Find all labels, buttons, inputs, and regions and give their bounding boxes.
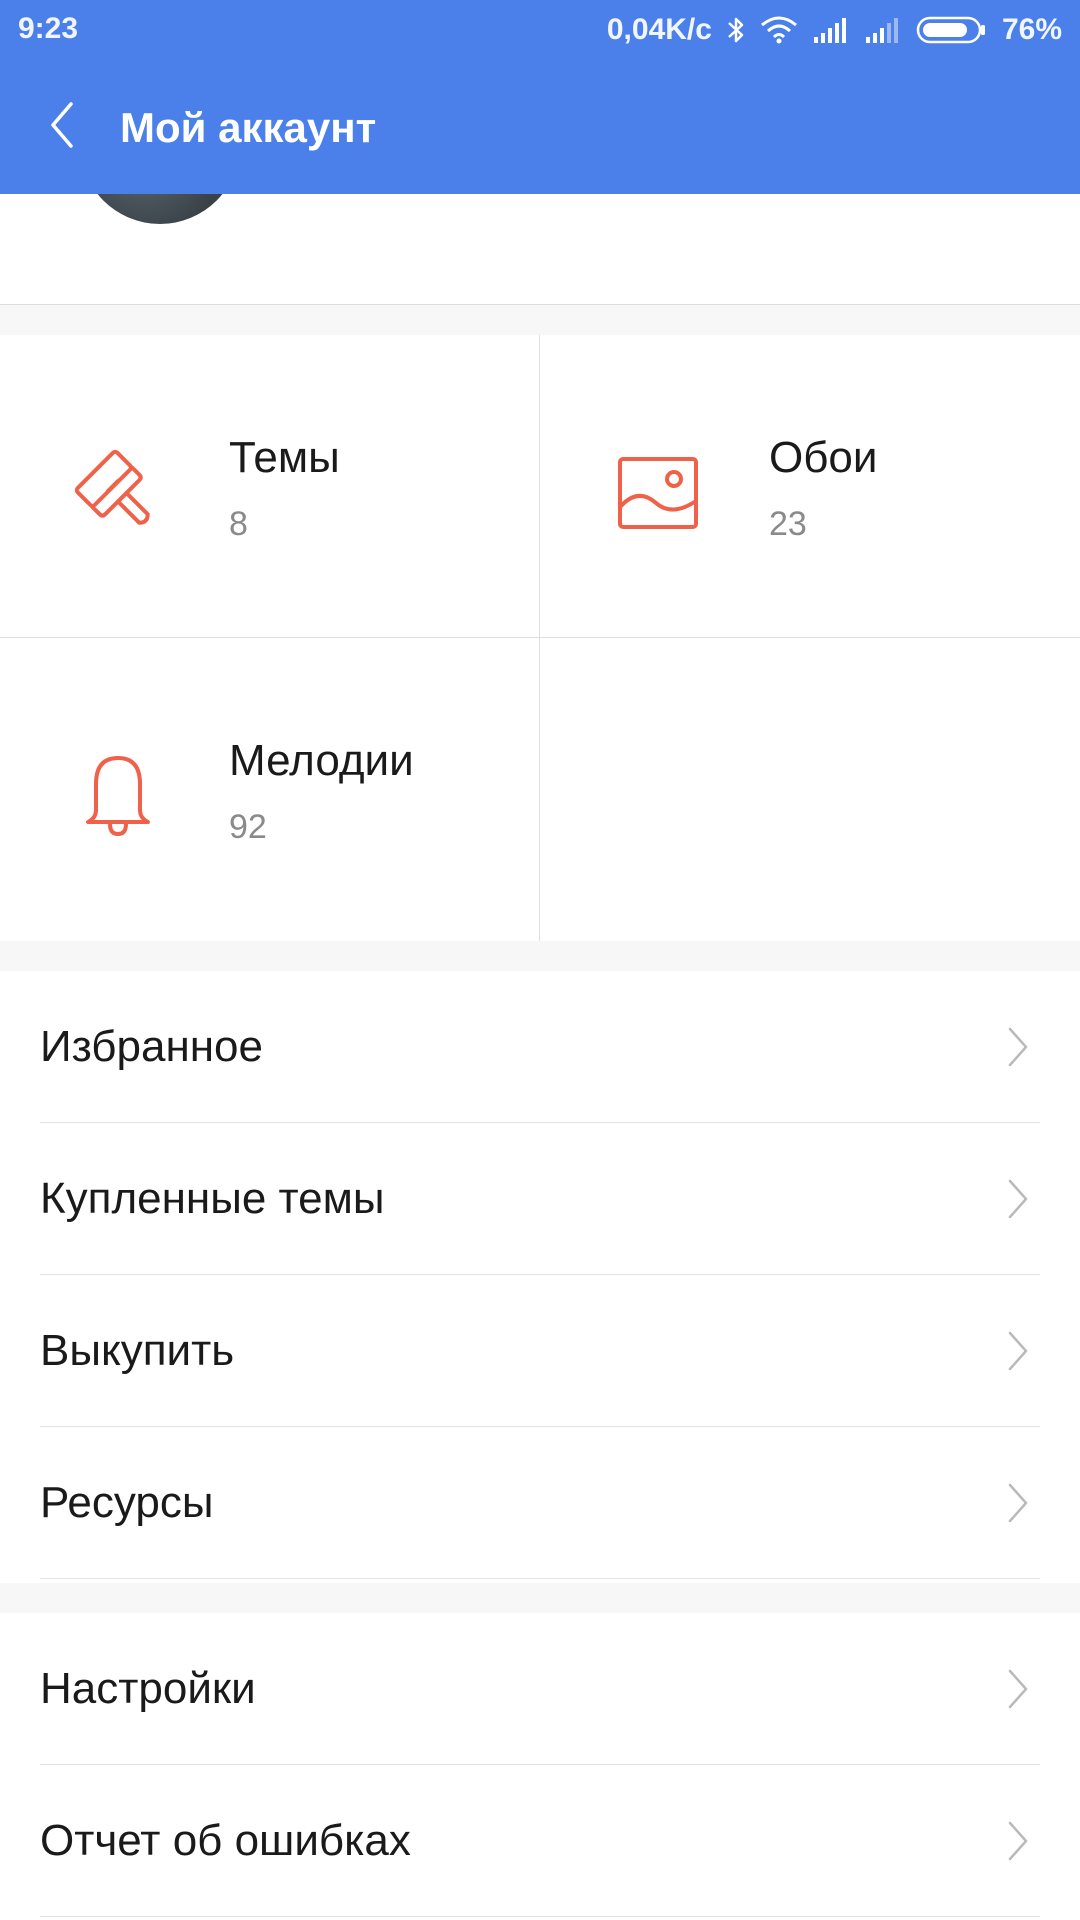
menu-item-purchased-themes[interactable]: Купленные темы [0,1123,1080,1275]
grid-item-wallpapers[interactable]: Обои 23 [540,335,1079,637]
menu-item-label: Выкупить [40,1326,235,1375]
status-time: 9:23 [18,12,79,45]
content-grid: Темы 8 Обои 23 Мелодии 92 [0,335,1080,941]
back-button[interactable] [30,90,94,160]
avatar[interactable] [80,194,240,224]
page-title: Мой аккаунт [120,104,377,151]
menu-item-resources[interactable]: Ресурсы [0,1427,1080,1579]
menu-item-label: Ресурсы [40,1478,214,1527]
grid-item-count: 23 [769,505,807,543]
chevron-right-icon [1008,1027,1028,1067]
menu-item-label: Купленные темы [40,1174,385,1223]
grid-item-label: Темы [229,433,340,482]
brush-icon [70,445,166,541]
chevron-right-icon [1008,1821,1028,1861]
wifi-icon [760,15,798,45]
bluetooth-icon [726,15,746,45]
chevron-right-icon [1008,1179,1028,1219]
menu-group-2: Настройки Отчет об ошибках [0,1613,1080,1917]
divider [40,1578,1040,1579]
grid-item-count: 8 [229,505,248,543]
app-bar: 9:23 0,04K/c 76% Мой аккаунт [0,0,1080,194]
grid-item-themes[interactable]: Темы 8 [0,335,539,637]
section-gap [0,941,1080,971]
network-speed: 0,04K/c [606,13,712,46]
battery-percent: 76% [1001,13,1062,46]
grid-item-ringtones[interactable]: Мелодии 92 [0,638,539,940]
signal-icon [812,15,850,45]
menu-item-label: Отчет об ошибках [40,1816,411,1865]
grid-item-label: Обои [769,433,878,482]
profile-header [0,194,1080,305]
status-icons: 0,04K/c 76% [607,12,1062,48]
image-icon [610,445,706,541]
bell-icon [70,748,166,844]
menu-group-1: Избранное Купленные темы Выкупить Ресурс… [0,971,1080,1579]
chevron-right-icon [1008,1669,1028,1709]
menu-item-bug-report[interactable]: Отчет об ошибках [0,1765,1080,1917]
menu-item-favorites[interactable]: Избранное [0,971,1080,1123]
chevron-right-icon [1008,1483,1028,1523]
chevron-left-icon [51,102,73,148]
menu-item-label: Избранное [40,1022,263,1071]
chevron-right-icon [1008,1331,1028,1371]
menu-item-redeem[interactable]: Выкупить [0,1275,1080,1427]
grid-item-count: 92 [229,808,267,846]
divider [40,1916,1040,1917]
menu-item-settings[interactable]: Настройки [0,1613,1080,1765]
toolbar: Мой аккаунт [0,60,1080,194]
section-gap [0,305,1080,335]
signal-icon-2 [864,15,902,45]
status-bar: 9:23 0,04K/c 76% [0,0,1080,60]
section-gap [0,1583,1080,1613]
grid-item-label: Мелодии [229,736,414,785]
grid-divider-vertical [539,335,540,941]
menu-item-label: Настройки [40,1664,256,1713]
battery-icon [916,15,988,45]
grid-divider-horizontal [0,637,1080,638]
